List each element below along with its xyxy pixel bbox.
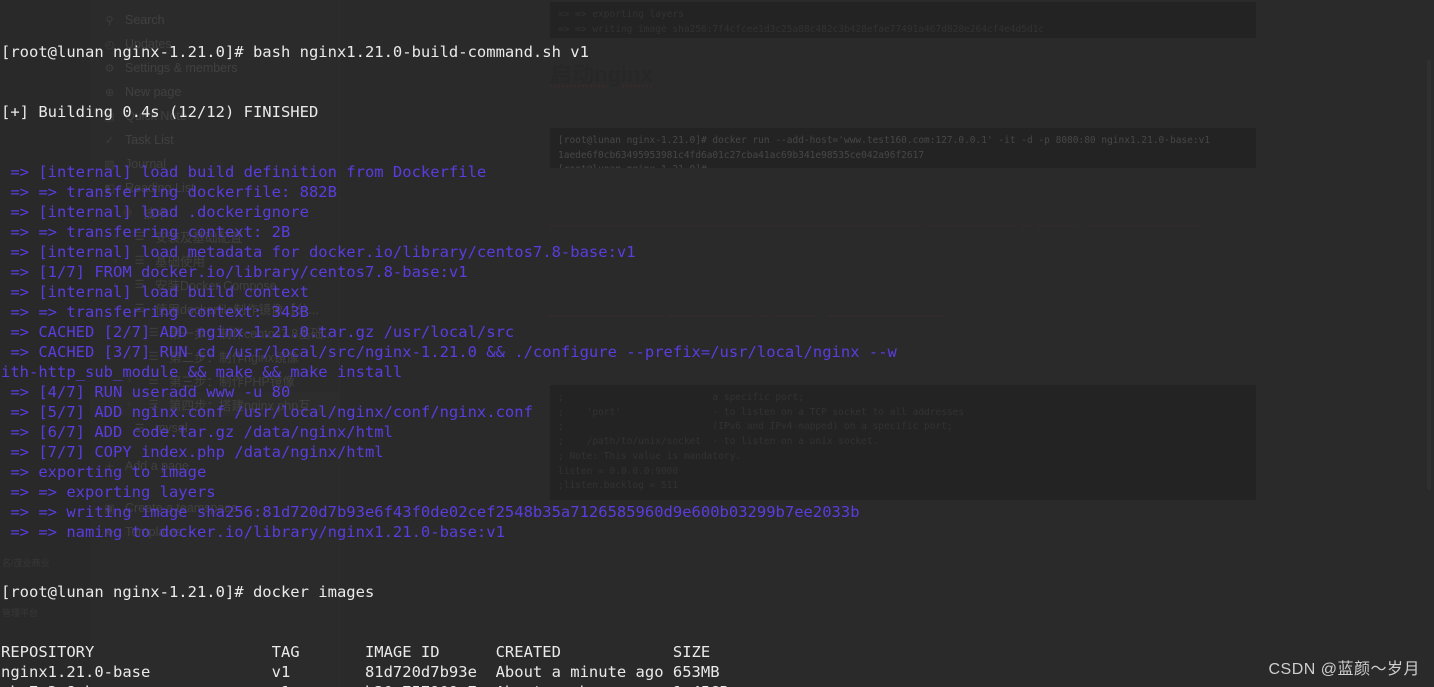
build-step-17: => => naming to docker.io/library/nginx1… (1, 523, 505, 541)
screen-root: 名/茂业商业 管理平台 ⚲Search◴Updates⚙Settings & m… (0, 0, 1434, 687)
build-step-7: => => transferring context: 343B (1, 303, 309, 321)
build-step-12: => [6/7] ADD code.tar.gz /data/nginx/htm… (1, 423, 393, 441)
csdn-watermark: CSDN @蓝颜～岁月 (1268, 661, 1420, 678)
build-step-0: => [internal] load build definition from… (1, 163, 487, 181)
terminal-window[interactable]: [root@lunan nginx-1.21.0]# bash nginx1.2… (0, 0, 1434, 687)
build-step-4: => [internal] load metadata for docker.i… (1, 243, 636, 261)
build-step-1: => => transferring dockerfile: 882B (1, 183, 337, 201)
terminal-build-steps: => [internal] load build definition from… (0, 162, 1434, 542)
build-step-9: => CACHED [3/7] RUN cd /usr/local/src/ng… (1, 343, 897, 361)
build-step-8: => CACHED [2/7] ADD nginx-1.21.0.tar.gz … (1, 323, 515, 341)
table-header-row: REPOSITORY TAG IMAGE ID CREATED SIZE (1, 643, 711, 661)
terminal-prompt-line: [root@lunan nginx-1.21.0]# bash nginx1.2… (1, 43, 589, 61)
docker-images-table: REPOSITORY TAG IMAGE ID CREATED SIZE ngin… (0, 642, 1434, 687)
build-step-9-cont: ith-http_sub_module && make && make inst… (1, 363, 403, 381)
build-step-16: => => writing image sha256:81d720d7b93e6… (1, 503, 860, 521)
build-step-15: => => exporting layers (1, 483, 216, 501)
build-step-6: => [internal] load build context (1, 283, 309, 301)
build-step-5: => [1/7] FROM docker.io/library/centos7.… (1, 263, 468, 281)
terminal-images-command: [root@lunan nginx-1.21.0]# docker images (1, 583, 375, 601)
build-step-3: => => transferring context: 2B (1, 223, 291, 241)
terminal-build-status: [+] Building 0.4s (12/12) FINISHED (1, 103, 319, 121)
table-row: nginx1.21.0-base v1 81d720d7b93e About a… (1, 663, 720, 681)
build-step-14: => exporting to image (1, 463, 207, 481)
build-step-11: => [5/7] ADD nginx.conf /usr/local/nginx… (1, 403, 533, 421)
build-step-2: => [internal] load .dockerignore (1, 203, 309, 221)
build-step-13: => [7/7] COPY index.php /data/nginx/html (1, 443, 384, 461)
table-row: php7.3.8-base v1 b30c757909e7 About an h… (0, 682, 1434, 687)
build-step-10: => [4/7] RUN useradd www -u 80 (1, 383, 291, 401)
